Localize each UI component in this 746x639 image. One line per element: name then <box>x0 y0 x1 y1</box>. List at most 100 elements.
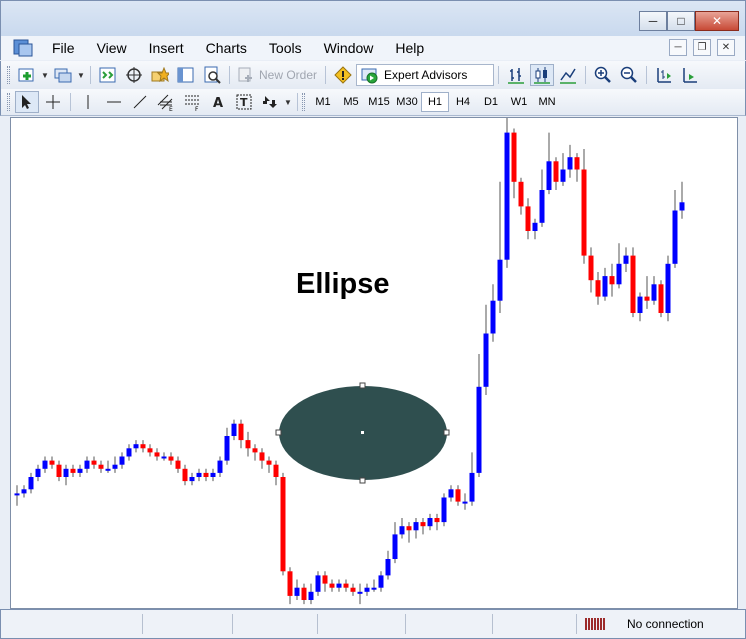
timeframe-m5[interactable]: M5 <box>337 92 365 112</box>
timeframe-d1[interactable]: D1 <box>477 92 505 112</box>
menu-window[interactable]: Window <box>313 36 385 60</box>
mdi-restore-button[interactable]: ❐ <box>693 39 711 56</box>
candle-body <box>665 263 671 313</box>
svg-text:A: A <box>213 96 223 110</box>
ellipse-handle-center[interactable] <box>361 431 364 434</box>
vertical-line-button[interactable] <box>76 91 100 113</box>
candle-body <box>84 460 90 469</box>
mdi-minimize-button[interactable]: ─ <box>669 39 687 56</box>
strategy-tester-button[interactable] <box>200 64 224 86</box>
auto-scroll-button[interactable] <box>678 64 702 86</box>
ellipse-handle-top[interactable] <box>359 382 366 389</box>
timeframe-h1[interactable]: H1 <box>421 92 449 112</box>
ellipse-handle-left[interactable] <box>275 429 282 436</box>
candle-body <box>371 587 377 590</box>
bar-chart-icon <box>508 68 525 84</box>
text-label-button[interactable]: T <box>232 91 256 113</box>
navigator-star-icon <box>151 67 169 83</box>
minimize-button[interactable]: ─ <box>639 11 667 31</box>
candle-body <box>441 497 447 523</box>
menu-charts[interactable]: Charts <box>195 36 258 60</box>
close-button[interactable]: ✕ <box>695 11 739 31</box>
menu-bar: File View Insert Charts Tools Window Hel… <box>0 36 746 60</box>
zoom-out-button[interactable] <box>617 64 641 86</box>
ellipse-handle-right[interactable] <box>443 429 450 436</box>
app-icon[interactable] <box>13 39 33 57</box>
data-window-button[interactable] <box>122 64 146 86</box>
candle-body <box>574 157 580 170</box>
terminal-button[interactable] <box>174 64 198 86</box>
candle-body <box>637 296 643 313</box>
trendline-button[interactable] <box>128 91 152 113</box>
crosshair-target-icon <box>126 67 142 83</box>
arrows-button[interactable] <box>258 91 282 113</box>
toolbar-grip[interactable] <box>7 66 10 84</box>
candle-body <box>203 472 209 477</box>
candle-body <box>280 477 286 572</box>
vertical-line-icon <box>87 95 89 109</box>
horizontal-line-button[interactable] <box>102 91 126 113</box>
candlestick-chart-icon <box>534 67 551 84</box>
candle-body <box>343 583 349 588</box>
menu-help[interactable]: Help <box>384 36 435 60</box>
timeframe-m30[interactable]: M30 <box>393 92 421 112</box>
chart-window[interactable]: Ellipse <box>10 117 738 609</box>
ellipse-handle-bottom[interactable] <box>359 477 366 484</box>
timeframe-h4[interactable]: H4 <box>449 92 477 112</box>
text-tool-button[interactable]: A <box>206 91 230 113</box>
maximize-button[interactable]: □ <box>667 11 695 31</box>
market-watch-icon <box>99 67 116 83</box>
expert-advisors-button[interactable]: Expert Advisors <box>356 64 495 86</box>
candlestick-chart-button[interactable] <box>530 64 555 86</box>
chevron-down-icon[interactable]: ▼ <box>40 71 50 80</box>
menu-tools[interactable]: Tools <box>258 36 313 60</box>
menu-insert[interactable]: Insert <box>138 36 195 60</box>
cursor-tool-button[interactable] <box>15 91 39 113</box>
candle-body <box>504 132 510 260</box>
new-chart-button[interactable] <box>15 64 39 86</box>
candle-body <box>350 587 356 592</box>
menu-file[interactable]: File <box>41 36 86 60</box>
profiles-button[interactable] <box>51 64 75 86</box>
bar-chart-button[interactable] <box>504 64 528 86</box>
cursor-arrow-icon <box>22 95 31 109</box>
toolbar-separator <box>646 66 648 84</box>
candle-body <box>231 423 237 436</box>
alert-button[interactable] <box>331 64 355 86</box>
candle-body <box>168 456 174 461</box>
equidistant-channel-button[interactable]: E <box>154 91 178 113</box>
timeframe-m15[interactable]: M15 <box>365 92 393 112</box>
candle-body <box>210 472 216 477</box>
timeframe-w1[interactable]: W1 <box>505 92 533 112</box>
mdi-close-button[interactable]: ✕ <box>717 39 735 56</box>
candle-body <box>616 263 622 285</box>
new-order-button[interactable]: New Order <box>234 64 321 86</box>
candle-body <box>581 169 587 256</box>
line-chart-button[interactable] <box>556 64 580 86</box>
timeframe-m1[interactable]: M1 <box>309 92 337 112</box>
chart-shift-button[interactable] <box>652 64 676 86</box>
candle-body <box>623 255 629 264</box>
svg-text:E: E <box>169 106 173 111</box>
chevron-down-icon[interactable]: ▼ <box>76 71 86 80</box>
standard-toolbar: ▼ ▼ New Order Expert Advisors <box>0 61 746 89</box>
candle-body <box>35 468 41 477</box>
chevron-down-icon[interactable]: ▼ <box>283 98 293 107</box>
timeframe-mn[interactable]: MN <box>533 92 561 112</box>
candle-body <box>21 489 27 494</box>
zoom-in-button[interactable] <box>591 64 615 86</box>
market-watch-button[interactable] <box>96 64 120 86</box>
connection-status: No connection <box>627 617 704 631</box>
toolbar-grip[interactable] <box>7 93 10 111</box>
text-label-icon: T <box>236 94 252 110</box>
toolbar-grip[interactable] <box>302 93 305 111</box>
candle-body <box>525 206 531 231</box>
arrows-icon <box>263 96 277 108</box>
fibonacci-retracement-button[interactable]: F <box>180 91 204 113</box>
chart-canvas[interactable] <box>11 118 737 608</box>
navigator-button[interactable] <box>148 64 172 86</box>
profiles-icon <box>54 68 72 83</box>
menu-view[interactable]: View <box>86 36 138 60</box>
channel-icon: E <box>157 94 173 111</box>
crosshair-tool-button[interactable] <box>41 91 65 113</box>
